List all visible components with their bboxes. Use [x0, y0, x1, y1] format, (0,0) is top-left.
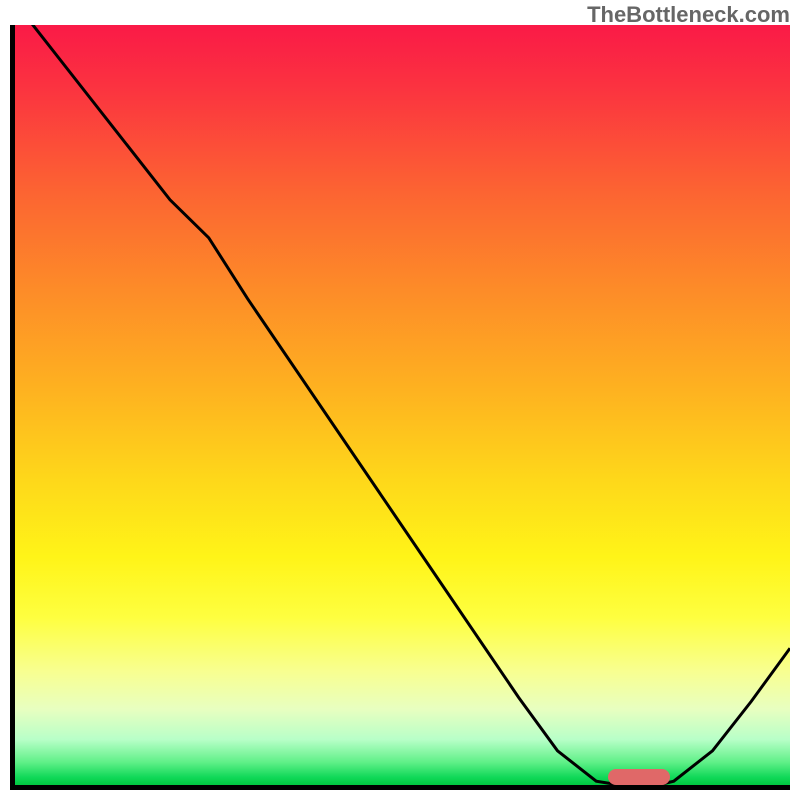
- chart-plot-area: [10, 25, 790, 790]
- watermark-text: TheBottleneck.com: [587, 2, 790, 28]
- sweet-spot-marker: [608, 769, 670, 785]
- chart-curve: [15, 25, 790, 785]
